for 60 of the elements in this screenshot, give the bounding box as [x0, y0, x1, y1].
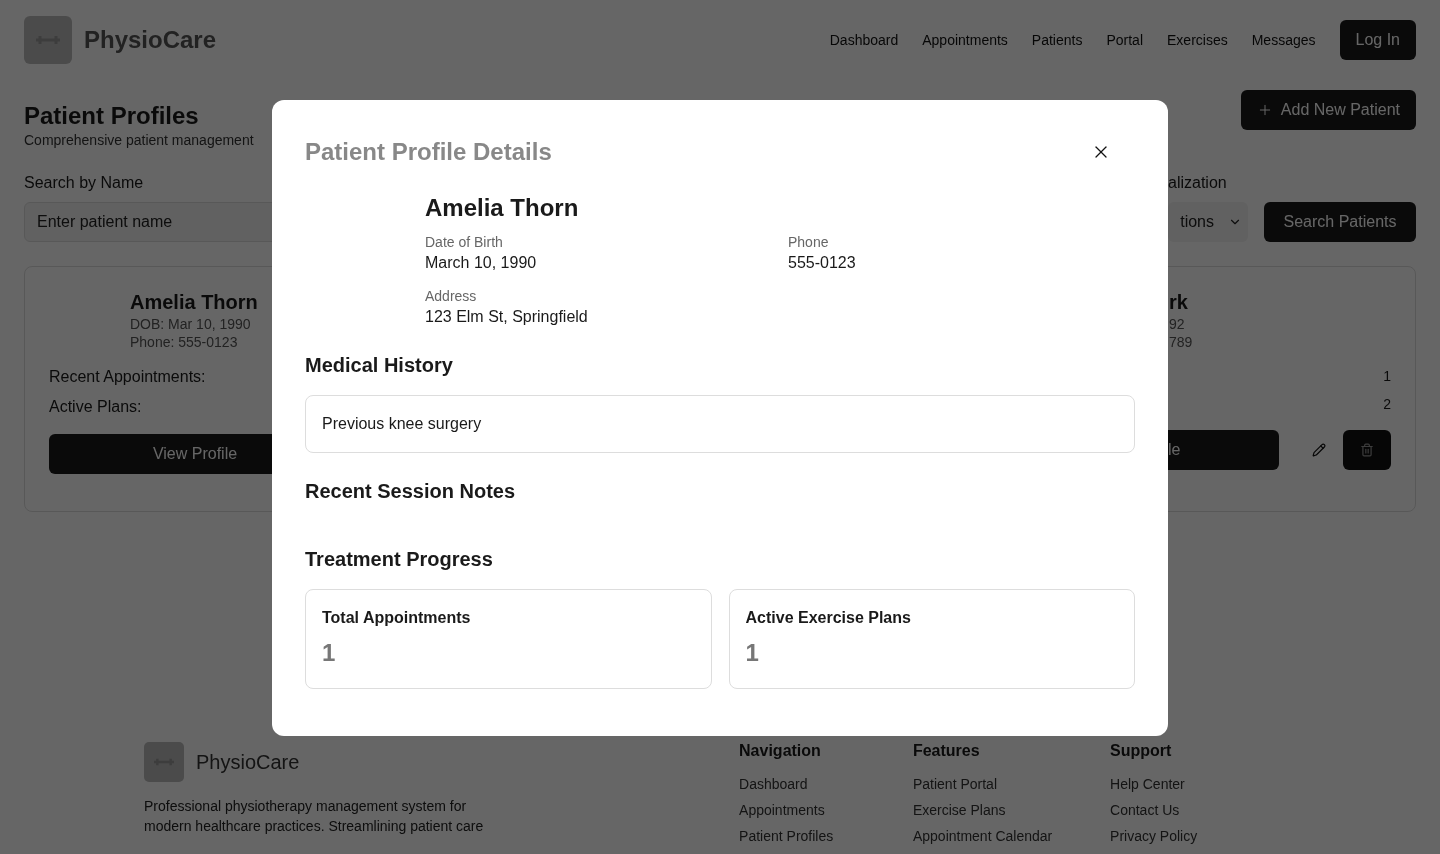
patient-dob: DOB: Mar 10, 1990 [130, 316, 251, 332]
trash-icon [1360, 443, 1374, 457]
section-heading: Medical History [305, 354, 454, 377]
footer-link[interactable]: Help Center [1110, 776, 1185, 792]
field-label: Date of Birth [425, 234, 504, 250]
stat-value: 1 [745, 639, 760, 667]
footer-heading: Features [912, 742, 981, 760]
field-label: Address [425, 288, 478, 304]
patient-name: Amelia Thorn [425, 194, 580, 222]
nav-link[interactable]: Dashboard [829, 32, 899, 48]
section-heading: Treatment Progress [305, 548, 494, 571]
add-patient-button[interactable]: Add New Patient [1240, 90, 1416, 130]
patient-dob: 92 [1169, 316, 1185, 332]
footer-link[interactable]: Privacy Policy [1110, 828, 1198, 844]
patient-phone: Phone: 555-0123 [130, 334, 238, 350]
field-value: 123 Elm St, Springfield [425, 308, 589, 326]
field-value: March 10, 1990 [425, 254, 538, 272]
medical-history-box: Previous knee surgery [305, 395, 1135, 453]
nav-link[interactable]: Messages [1251, 32, 1316, 48]
page-title: Patient Profiles [24, 102, 200, 130]
field-label: alization [1168, 174, 1228, 192]
stat-value: 1 [322, 639, 337, 667]
stat-label: Recent Appointments: [49, 368, 206, 386]
stat-value: 1 [1383, 368, 1391, 384]
field-value: 555-0123 [788, 254, 857, 272]
brand-name: PhysioCare [84, 26, 217, 54]
nav-link[interactable]: Portal [1106, 32, 1143, 48]
nav-link[interactable]: Patients [1031, 32, 1083, 48]
footer-link[interactable]: Dashboard [739, 776, 808, 792]
footer-link[interactable]: Appointment Calendar [912, 828, 1053, 844]
page-subtitle: Comprehensive patient management [24, 132, 254, 148]
field-label: Search by Name [24, 174, 145, 192]
stat-label: Active Exercise Plans [745, 609, 912, 627]
footer-brand: PhysioCare [196, 750, 300, 774]
footer-heading: Navigation [739, 742, 822, 760]
footer-link[interactable]: Patient Portal [912, 776, 997, 792]
footer-link[interactable]: Appointments [739, 802, 825, 818]
footer-description: Professional physiotherapy management system for modern healthcare practices. Streamlining patient care [144, 797, 485, 836]
patient-name: rk [1169, 291, 1188, 314]
dialog-title: Patient Profile Details [305, 138, 552, 166]
delete-button[interactable] [1343, 430, 1391, 470]
filter-select[interactable]: tions [1168, 202, 1248, 242]
stat-value: 2 [1383, 396, 1391, 412]
search-button[interactable]: Search Patients [1264, 202, 1416, 242]
nav-link[interactable]: Appointments [922, 32, 1008, 48]
login-button[interactable]: Log In [1339, 20, 1416, 60]
footer-link[interactable]: Exercise Plans [912, 802, 1006, 818]
logo-icon [24, 16, 72, 64]
section-heading: Recent Session Notes [305, 480, 517, 503]
patient-name: Amelia Thorn [130, 291, 258, 314]
pencil-icon [1312, 443, 1326, 457]
patient-phone: 789 [1169, 334, 1193, 350]
stat-label: Total Appointments [322, 609, 472, 627]
logo-icon [144, 742, 184, 782]
field-label: Phone [788, 234, 830, 250]
footer-heading: Support [1110, 742, 1173, 760]
nav-link[interactable]: Exercises [1167, 32, 1228, 48]
stat-label: Active Plans: [49, 398, 142, 416]
footer-link[interactable]: Contact Us [1110, 802, 1180, 818]
footer-link[interactable]: Patient Profiles [739, 828, 834, 844]
